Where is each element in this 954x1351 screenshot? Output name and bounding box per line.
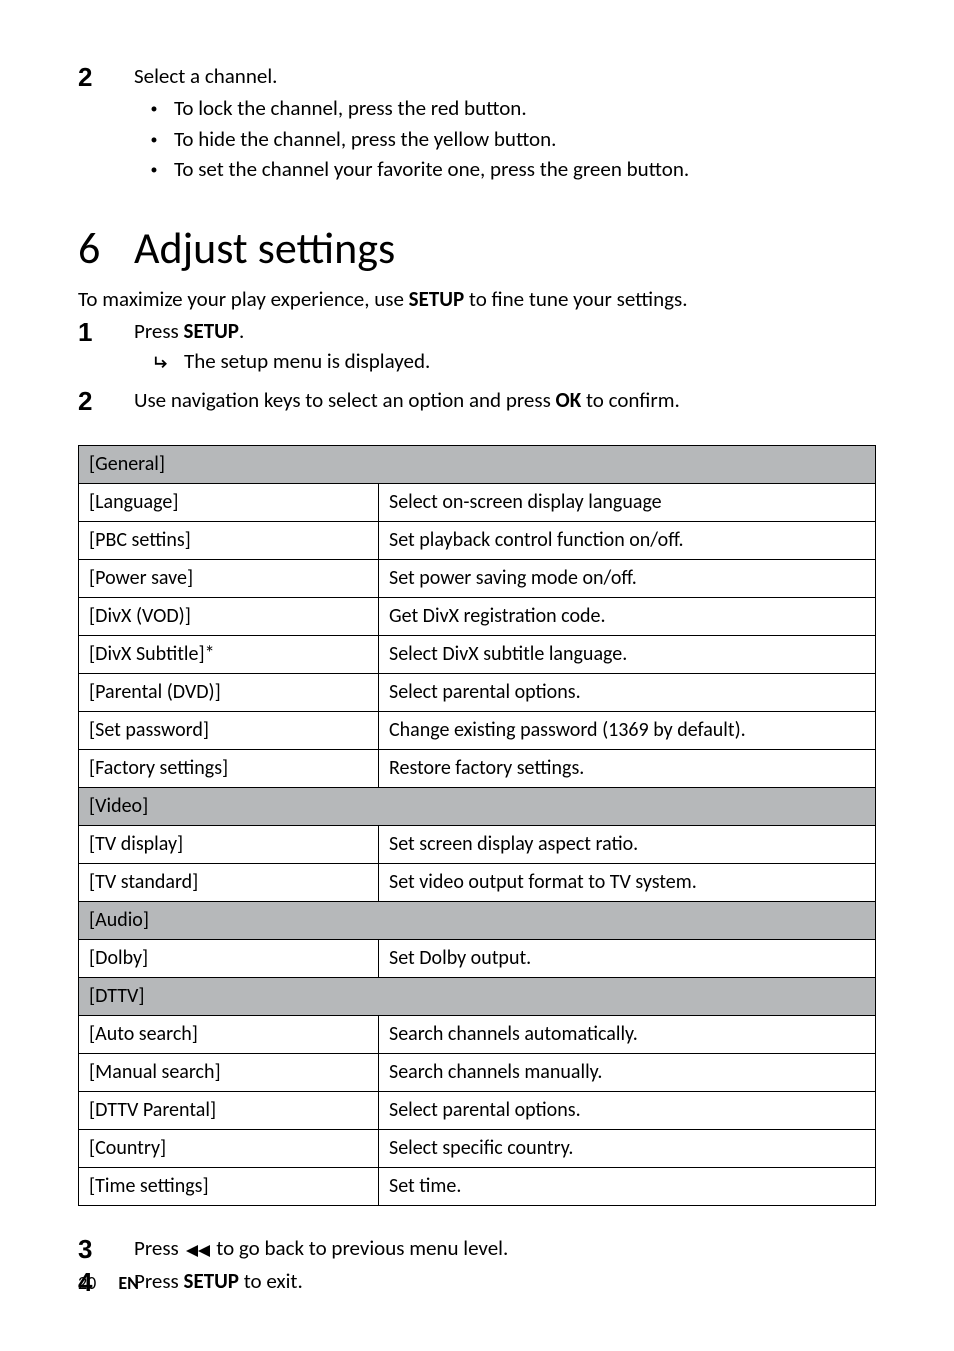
- table-row: [DivX (VOD)]Get DivX registration code.: [79, 598, 876, 636]
- arrow-right-icon: [154, 347, 184, 377]
- step-exit: 4 Press SETUP to exit.: [78, 1267, 876, 1297]
- step-go-back: 3 Press to go back to previous menu leve…: [78, 1234, 876, 1264]
- setting-description: Search channels manually.: [379, 1054, 876, 1092]
- sub-bullet-list: • To lock the channel, press the red but…: [134, 94, 876, 183]
- list-item: • To lock the channel, press the red but…: [134, 94, 876, 122]
- setting-key: [Auto search]: [79, 1016, 379, 1054]
- setting-description: Select on-screen display language: [379, 484, 876, 522]
- setting-description: Set power saving mode on/off.: [379, 560, 876, 598]
- step-body: Use navigation keys to select an option …: [134, 386, 876, 414]
- table-row: [Factory settings]Restore factory settin…: [79, 750, 876, 788]
- bullet-text: To lock the channel, press the red butto…: [174, 94, 527, 122]
- step-number: 2: [78, 62, 134, 92]
- result-line: The setup menu is displayed.: [154, 347, 876, 377]
- setting-key: [Factory settings]: [79, 750, 379, 788]
- setting-key: [Set password]: [79, 712, 379, 750]
- setting-key: [Time settings]: [79, 1168, 379, 1206]
- table-row: [Country]Select specific country.: [79, 1130, 876, 1168]
- table-section-header: [Video]: [79, 788, 876, 826]
- setting-key: [Language]: [79, 484, 379, 522]
- settings-table: [General][Language]Select on-screen disp…: [78, 445, 876, 1206]
- chapter-number: 6: [78, 219, 134, 278]
- setting-key: [Power save]: [79, 560, 379, 598]
- setting-description: Restore factory settings.: [379, 750, 876, 788]
- setting-key: [Dolby]: [79, 940, 379, 978]
- setting-key: [Parental (DVD)]: [79, 674, 379, 712]
- table-row: [Auto search]Search channels automatical…: [79, 1016, 876, 1054]
- step-press-setup: 1 Press SETUP. The setup menu is display…: [78, 317, 876, 378]
- table-row: [TV display]Set screen display aspect ra…: [79, 826, 876, 864]
- setting-description: Set screen display aspect ratio.: [379, 826, 876, 864]
- table-section-header: [General]: [79, 446, 876, 484]
- table-section-header: [Audio]: [79, 902, 876, 940]
- step-body: Press SETUP. The setup menu is displayed…: [134, 317, 876, 378]
- page-number: 20: [78, 1272, 96, 1294]
- setting-key: [PBC settins]: [79, 522, 379, 560]
- bullet-icon: •: [134, 155, 174, 180]
- setting-description: Set Dolby output.: [379, 940, 876, 978]
- table-row: [Time settings]Set time.: [79, 1168, 876, 1206]
- step-number: 3: [78, 1234, 134, 1264]
- setting-description: Set video output format to TV system.: [379, 864, 876, 902]
- rewind-icon: [184, 1236, 212, 1264]
- setting-key: [DivX (VOD)]: [79, 598, 379, 636]
- step-text: Select a channel.: [134, 63, 277, 89]
- bullet-text: To set the channel your favorite one, pr…: [174, 155, 689, 183]
- section-header-cell: [General]: [79, 446, 876, 484]
- setting-key: [Manual search]: [79, 1054, 379, 1092]
- table-row: [Parental (DVD)]Select parental options.: [79, 674, 876, 712]
- setting-description: Select specific country.: [379, 1130, 876, 1168]
- step-body: Press SETUP to exit.: [134, 1267, 876, 1295]
- setting-description: Search channels automatically.: [379, 1016, 876, 1054]
- setting-description: Get DivX registration code.: [379, 598, 876, 636]
- table-row: [Dolby]Set Dolby output.: [79, 940, 876, 978]
- table-row: [TV standard]Set video output format to …: [79, 864, 876, 902]
- section-header-cell: [Video]: [79, 788, 876, 826]
- table-row: [Power save]Set power saving mode on/off…: [79, 560, 876, 598]
- setting-description: Set time.: [379, 1168, 876, 1206]
- bullet-text: To hide the channel, press the yellow bu…: [174, 125, 556, 153]
- page-footer: 20 EN: [78, 1271, 139, 1295]
- table-row: [Language]Select on-screen display langu…: [79, 484, 876, 522]
- step-navigate: 2 Use navigation keys to select an optio…: [78, 386, 876, 416]
- step-body: Press to go back to previous menu level.: [134, 1234, 876, 1264]
- chapter-heading: 6 Adjust settings: [78, 219, 876, 278]
- section-header-cell: [Audio]: [79, 902, 876, 940]
- intro-paragraph: To maximize your play experience, use SE…: [78, 285, 876, 313]
- step-body: Select a channel. • To lock the channel,…: [134, 62, 876, 185]
- setting-description: Select parental options.: [379, 1092, 876, 1130]
- table-row: [Set password]Change existing password (…: [79, 712, 876, 750]
- step-number: 1: [78, 317, 134, 347]
- section-header-cell: [DTTV]: [79, 978, 876, 1016]
- list-item: • To set the channel your favorite one, …: [134, 155, 876, 183]
- table-row: [PBC settins]Set playback control functi…: [79, 522, 876, 560]
- step-number: 2: [78, 386, 134, 416]
- setting-description: Select DivX subtitle language.: [379, 636, 876, 674]
- chapter-title: Adjust settings: [134, 219, 395, 278]
- setting-description: Select parental options.: [379, 674, 876, 712]
- bullet-icon: •: [134, 94, 174, 119]
- result-text: The setup menu is displayed.: [184, 347, 430, 375]
- table-row: [DivX Subtitle]*Select DivX subtitle lan…: [79, 636, 876, 674]
- setting-key: [TV display]: [79, 826, 379, 864]
- setting-description: Change existing password (1369 by defaul…: [379, 712, 876, 750]
- setting-key: [DivX Subtitle]*: [79, 636, 379, 674]
- step-select-channel: 2 Select a channel. • To lock the channe…: [78, 62, 876, 185]
- table-section-header: [DTTV]: [79, 978, 876, 1016]
- setting-key: [DTTV Parental]: [79, 1092, 379, 1130]
- setting-key: [TV standard]: [79, 864, 379, 902]
- setting-key: [Country]: [79, 1130, 379, 1168]
- bullet-icon: •: [134, 125, 174, 150]
- table-row: [DTTV Parental]Select parental options.: [79, 1092, 876, 1130]
- setting-description: Set playback control function on/off.: [379, 522, 876, 560]
- list-item: • To hide the channel, press the yellow …: [134, 125, 876, 153]
- language-code: EN: [118, 1272, 139, 1294]
- table-row: [Manual search]Search channels manually.: [79, 1054, 876, 1092]
